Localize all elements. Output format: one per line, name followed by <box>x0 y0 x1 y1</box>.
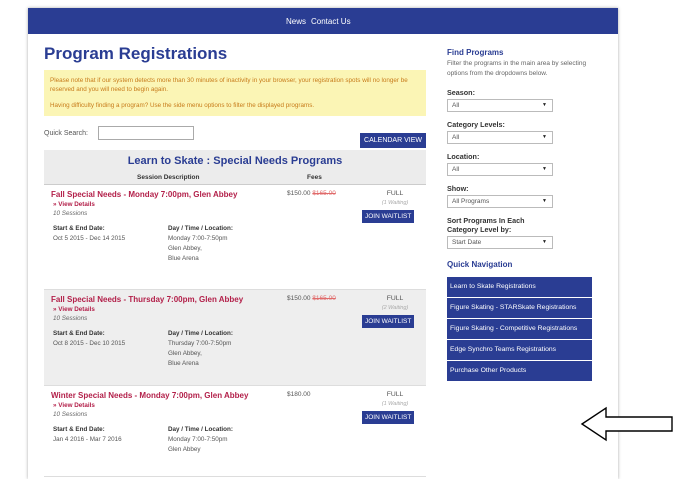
notice-filter-hint-text: Having difficulty finding a program? Use… <box>50 102 315 109</box>
category-levels-value: All <box>452 134 460 141</box>
dropdown-arrow-icon: ▼ <box>542 134 547 140</box>
table-title: Learn to Skate : Special Needs Programs <box>127 155 343 167</box>
nav-news-link[interactable]: News <box>286 17 306 26</box>
join-waitlist-button[interactable]: JOIN WAITLIST <box>362 411 415 424</box>
find-programs-description: Filter the programs in the main area by … <box>447 60 587 77</box>
quick-nav-edge-synchro-teams[interactable]: Edge Synchro Teams Registrations <box>447 340 592 360</box>
category-levels-select[interactable]: All ▼ <box>447 131 553 144</box>
program-title[interactable]: Winter Special Needs - Monday 7:00pm, Gl… <box>51 391 248 400</box>
sort-programs-value: Start Date <box>452 239 482 246</box>
session-count: 10 Sessions <box>53 315 88 322</box>
calendar-view-button[interactable]: CALENDAR VIEW <box>360 133 426 148</box>
main-content: Program Registrations Please note that i… <box>44 44 426 477</box>
day-time-location-label: Day / Time / Location: <box>168 426 233 433</box>
status-badge: FULL <box>386 295 404 302</box>
inactivity-notice: Please note that if our system detects m… <box>44 70 426 116</box>
sort-programs-select[interactable]: Start Date ▼ <box>447 236 553 249</box>
quick-search-label: Quick Search: <box>44 130 88 137</box>
location-value: Glen Abbey <box>168 446 201 453</box>
view-details-link[interactable]: » View Details <box>53 402 95 409</box>
session-count: 10 Sessions <box>53 210 88 217</box>
table-header: Session Description Fees <box>44 171 426 185</box>
dropdown-arrow-icon: ▼ <box>542 102 547 108</box>
view-details-link[interactable]: » View Details <box>53 201 95 208</box>
location-select-value: All <box>452 166 460 173</box>
page-title: Program Registrations <box>44 44 228 63</box>
start-end-date-value: Oct 8 2015 - Dec 10 2015 <box>53 340 126 347</box>
quick-search-row: Quick Search: CALENDAR VIEW <box>44 124 426 150</box>
page-container: News Contact Us Program Registrations Pl… <box>28 8 618 479</box>
program-row: Fall Special Needs - Monday 7:00pm, Glen… <box>44 185 426 290</box>
top-navigation-bar: News Contact Us <box>28 8 618 34</box>
start-end-date-label: Start & End Date: <box>53 426 105 433</box>
quick-nav-learn-to-skate[interactable]: Learn to Skate Registrations <box>447 277 592 297</box>
waiting-count: (2 Waiting) <box>381 305 409 311</box>
day-time-location-label: Day / Time / Location: <box>168 225 233 232</box>
col-fees: Fees <box>307 174 322 181</box>
start-end-date-value: Jan 4 2016 - Mar 7 2016 <box>53 436 122 443</box>
waiting-count: (1 Waiting) <box>381 200 409 206</box>
fee-price: $150.00 <box>287 190 311 197</box>
day-time-value: Monday 7:00-7:50pm <box>168 436 228 443</box>
sort-programs-label: Sort Programs In Each Category Level by: <box>447 216 525 234</box>
sidebar: Find Programs Filter the programs in the… <box>447 48 597 382</box>
show-label: Show: <box>447 184 469 193</box>
fee-price: $180.00 <box>287 391 311 398</box>
program-title[interactable]: Fall Special Needs - Monday 7:00pm, Glen… <box>51 190 237 199</box>
location-label: Location: <box>447 152 480 161</box>
view-details-link[interactable]: » View Details <box>53 306 95 313</box>
category-levels-label: Category Levels: <box>447 120 505 129</box>
find-programs-title: Find Programs <box>447 48 504 57</box>
notice-inactivity-text: Please note that if our system detects m… <box>50 77 408 93</box>
waiting-count: (1 Waiting) <box>381 401 409 407</box>
fee-value: $180.00 <box>287 391 311 398</box>
quick-nav-figure-skating-competitive[interactable]: Figure Skating - Competitive Registratio… <box>447 319 592 339</box>
location-value: Glen Abbey, <box>168 350 202 357</box>
fee-price: $150.00 <box>287 295 311 302</box>
season-select[interactable]: All ▼ <box>447 99 553 112</box>
quick-nav-figure-skating-starskate[interactable]: Figure Skating - STARSkate Registrations <box>447 298 592 318</box>
season-value: All <box>452 102 460 109</box>
fee-old-price: $165.00 <box>312 190 336 197</box>
quick-navigation-menu: Learn to Skate Registrations Figure Skat… <box>447 277 597 381</box>
quick-search-input[interactable] <box>98 126 194 140</box>
location-select[interactable]: All ▼ <box>447 163 553 176</box>
join-waitlist-button[interactable]: JOIN WAITLIST <box>362 210 415 223</box>
dropdown-arrow-icon: ▼ <box>542 166 547 172</box>
quick-nav-purchase-other-products[interactable]: Purchase Other Products <box>447 361 592 381</box>
show-value: All Programs <box>452 198 490 205</box>
dropdown-arrow-icon: ▼ <box>542 239 547 245</box>
join-waitlist-button[interactable]: JOIN WAITLIST <box>362 315 415 328</box>
show-select[interactable]: All Programs ▼ <box>447 195 553 208</box>
status-badge: FULL <box>386 391 404 398</box>
day-time-location-label: Day / Time / Location: <box>168 330 233 337</box>
session-count: 10 Sessions <box>53 411 88 418</box>
quick-navigation-title: Quick Navigation <box>447 260 513 269</box>
col-session-description: Session Description <box>137 174 200 181</box>
fee-value: $150.00 $165.00 <box>287 190 336 197</box>
start-end-date-label: Start & End Date: <box>53 225 105 232</box>
season-label: Season: <box>447 88 475 97</box>
day-time-value: Thursday 7:00-7:50pm <box>168 340 232 347</box>
program-row: Fall Special Needs - Thursday 7:00pm, Gl… <box>44 290 426 386</box>
status-badge: FULL <box>386 190 404 197</box>
start-end-date-label: Start & End Date: <box>53 330 105 337</box>
start-end-date-value: Oct 5 2015 - Dec 14 2015 <box>53 235 126 242</box>
arena-value: Blue Arena <box>168 360 199 367</box>
day-time-value: Monday 7:00-7:50pm <box>168 235 228 242</box>
location-value: Glen Abbey, <box>168 245 202 252</box>
fee-value: $150.00 $165.00 <box>287 295 336 302</box>
program-row: Winter Special Needs - Monday 7:00pm, Gl… <box>44 386 426 477</box>
programs-table: Learn to Skate : Special Needs Programs … <box>44 150 426 477</box>
dropdown-arrow-icon: ▼ <box>542 198 547 204</box>
nav-contact-link[interactable]: Contact Us <box>311 17 351 26</box>
program-title[interactable]: Fall Special Needs - Thursday 7:00pm, Gl… <box>51 295 243 304</box>
fee-old-price: $165.00 <box>312 295 336 302</box>
arena-value: Blue Arena <box>168 255 199 262</box>
annotation-arrow-icon <box>580 406 673 442</box>
